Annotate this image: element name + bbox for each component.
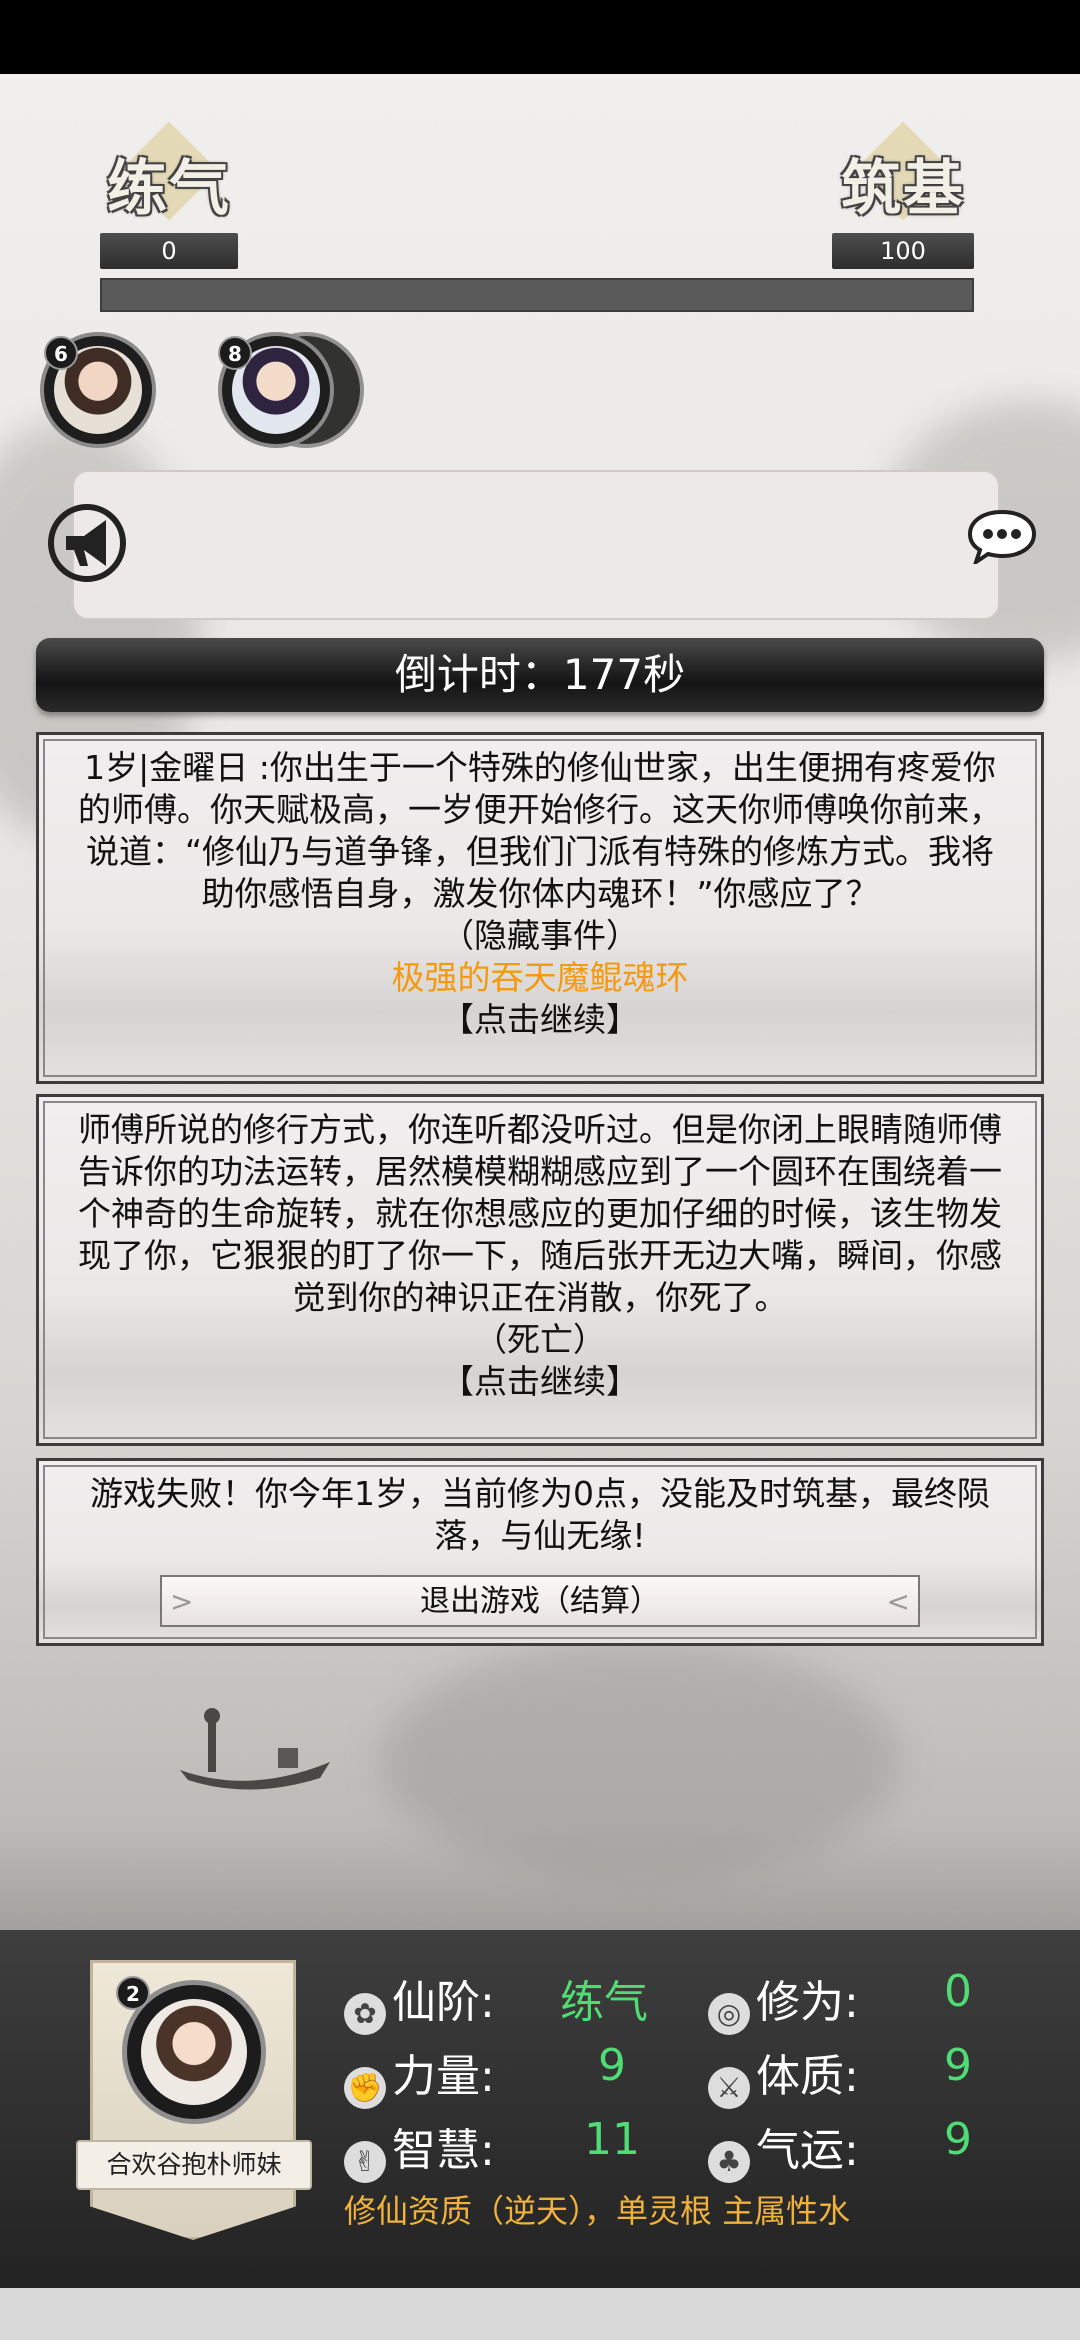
boat-illustration	[180, 1708, 330, 1790]
stat-wisdom-value: 11	[584, 2114, 640, 2165]
message-box[interactable]	[72, 470, 1000, 620]
player-portrait	[141, 1999, 247, 2105]
mountain-decoration	[380, 1640, 900, 1880]
event-reward: 极强的吞天魔鲲魂环	[391, 958, 689, 997]
lotus-icon: ✿	[344, 1993, 386, 2035]
stat-luck-label: 气运:	[756, 2125, 859, 2176]
clover-icon: ♣	[708, 2141, 750, 2183]
player-name: 合欢谷抱朴师妹	[76, 2140, 312, 2190]
cultivation-progress-bar	[100, 278, 974, 312]
companion-badge: 6	[44, 336, 78, 370]
stat-luck: ♣ 气运:	[708, 2114, 859, 2183]
stat-constitution-label: 体质:	[756, 2051, 859, 2102]
stat-wisdom: ✌ 智慧:	[344, 2114, 495, 2183]
next-realm-value: 100	[832, 233, 974, 269]
stat-rank-value: 练气	[560, 1977, 648, 2028]
continue-prompt[interactable]: 【点击继续】	[77, 999, 1003, 1041]
stat-cultivation: ◎ 修为:	[708, 1966, 859, 2035]
status-bar	[0, 0, 1080, 74]
current-realm: 练气 0	[100, 121, 238, 269]
navigation-bar	[0, 2288, 1080, 2340]
hand-sign-icon: ✌	[344, 2141, 386, 2183]
chat-bubble-icon[interactable]	[966, 508, 1038, 564]
fist-icon: ✊	[344, 2067, 386, 2109]
stat-constitution: ⚔ 体质:	[708, 2040, 859, 2109]
exit-game-label: 退出游戏（结算）	[420, 1584, 660, 1619]
companion-badge: 8	[218, 336, 252, 370]
megaphone-icon[interactable]	[44, 500, 130, 586]
current-realm-name: 练气	[107, 154, 231, 224]
body-icon: ⚔	[708, 2067, 750, 2109]
result-card: 游戏失败！你今年1岁，当前修为0点，没能及时筑基，最终陨落，与仙无缘! > 退出…	[36, 1458, 1044, 1646]
arrow-left-icon: <	[886, 1585, 910, 1618]
stat-cultivation-value: 0	[944, 1966, 972, 2017]
next-realm-name: 筑基	[841, 154, 965, 224]
event-text: 师傅所说的修行方式，你连听都没听过。但是你闭上眼睛随师傅告诉你的功法运转，居然模…	[78, 1110, 1002, 1317]
next-realm: 筑基 100	[832, 121, 974, 269]
arrow-right-icon: >	[170, 1585, 194, 1618]
stat-luck-value: 9	[944, 2114, 972, 2165]
stat-constitution-value: 9	[944, 2040, 972, 2091]
stat-rank: ✿ 仙阶:	[344, 1966, 495, 2035]
player-badge: 2	[116, 1976, 150, 2010]
result-text: 游戏失败！你今年1岁，当前修为0点，没能及时筑基，最终陨落，与仙无缘!	[90, 1474, 990, 1555]
event-tag: （隐藏事件）	[441, 916, 639, 955]
event-text: 1岁|金曜日 :你出生于一个特殊的修仙世家，出生便拥有疼爱你的师傅。你天赋极高，…	[78, 748, 1002, 913]
stat-wisdom-label: 智慧:	[392, 2125, 495, 2176]
event-tag: （死亡）	[474, 1320, 606, 1359]
event-card[interactable]: 1岁|金曜日 :你出生于一个特殊的修仙世家，出生便拥有疼爱你的师傅。你天赋极高，…	[36, 732, 1044, 1084]
event-card[interactable]: 师傅所说的修行方式，你连听都没听过。但是你闭上眼睛随师傅告诉你的功法运转，居然模…	[36, 1094, 1044, 1446]
swirl-icon: ◎	[708, 1993, 750, 2035]
continue-prompt[interactable]: 【点击继续】	[77, 1361, 1003, 1403]
stat-strength: ✊ 力量:	[344, 2040, 495, 2109]
talent-description: 修仙资质（逆天），单灵根 主属性水	[344, 2192, 851, 2230]
stat-cultivation-label: 修为:	[756, 1977, 859, 2028]
stat-rank-label: 仙阶:	[392, 1977, 495, 2028]
stat-strength-value: 9	[598, 2040, 626, 2091]
stat-strength-label: 力量:	[392, 2051, 495, 2102]
countdown-timer: 倒计时：177秒	[36, 638, 1044, 712]
current-realm-value: 0	[100, 233, 238, 269]
exit-game-button[interactable]: > 退出游戏（结算） <	[160, 1575, 920, 1627]
